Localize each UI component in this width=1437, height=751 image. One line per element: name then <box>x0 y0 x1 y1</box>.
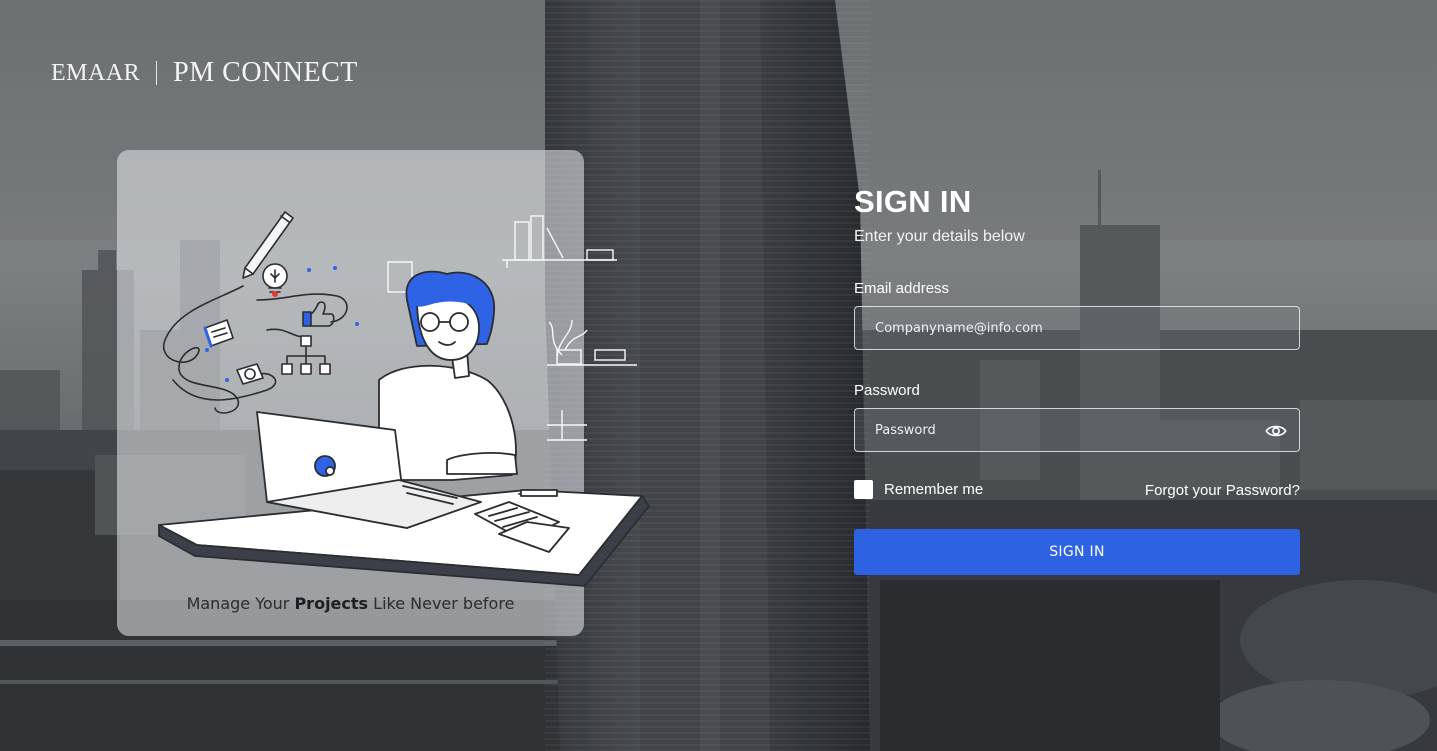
person-at-laptop-illustration <box>158 211 650 587</box>
password-field-wrapper <box>854 408 1300 452</box>
signin-form: SIGN IN Enter your details below Email a… <box>854 184 1300 575</box>
brand-product: PM CONNECT <box>173 57 358 88</box>
email-label: Email address <box>854 280 950 297</box>
signin-subtitle: Enter your details below <box>854 228 1025 245</box>
forgot-password-link[interactable]: Forgot your Password? <box>1145 482 1300 499</box>
tagline-bold-word: Projects <box>294 594 369 613</box>
brand-company: EMAAR <box>51 59 141 86</box>
brand-logo: EMAAR PM CONNECT <box>51 57 358 89</box>
brand-divider <box>156 61 158 85</box>
email-input[interactable] <box>855 307 1299 349</box>
promo-card: Manage Your Projects Like Never before <box>117 150 650 636</box>
password-input[interactable] <box>855 409 1299 451</box>
remember-me-row: Remember me <box>854 480 983 499</box>
signin-title: SIGN IN <box>854 184 972 219</box>
promo-tagline: Manage Your Projects Like Never before <box>117 594 584 613</box>
email-field-wrapper <box>854 306 1300 350</box>
remember-me-checkbox[interactable] <box>854 480 873 499</box>
signin-button[interactable]: SIGN IN <box>854 529 1300 575</box>
password-label: Password <box>854 382 920 399</box>
tagline-suffix: Like Never before <box>368 594 515 613</box>
remember-me-label[interactable]: Remember me <box>884 481 983 498</box>
tagline-prefix: Manage Your <box>186 594 295 613</box>
eye-icon[interactable] <box>1265 420 1287 442</box>
